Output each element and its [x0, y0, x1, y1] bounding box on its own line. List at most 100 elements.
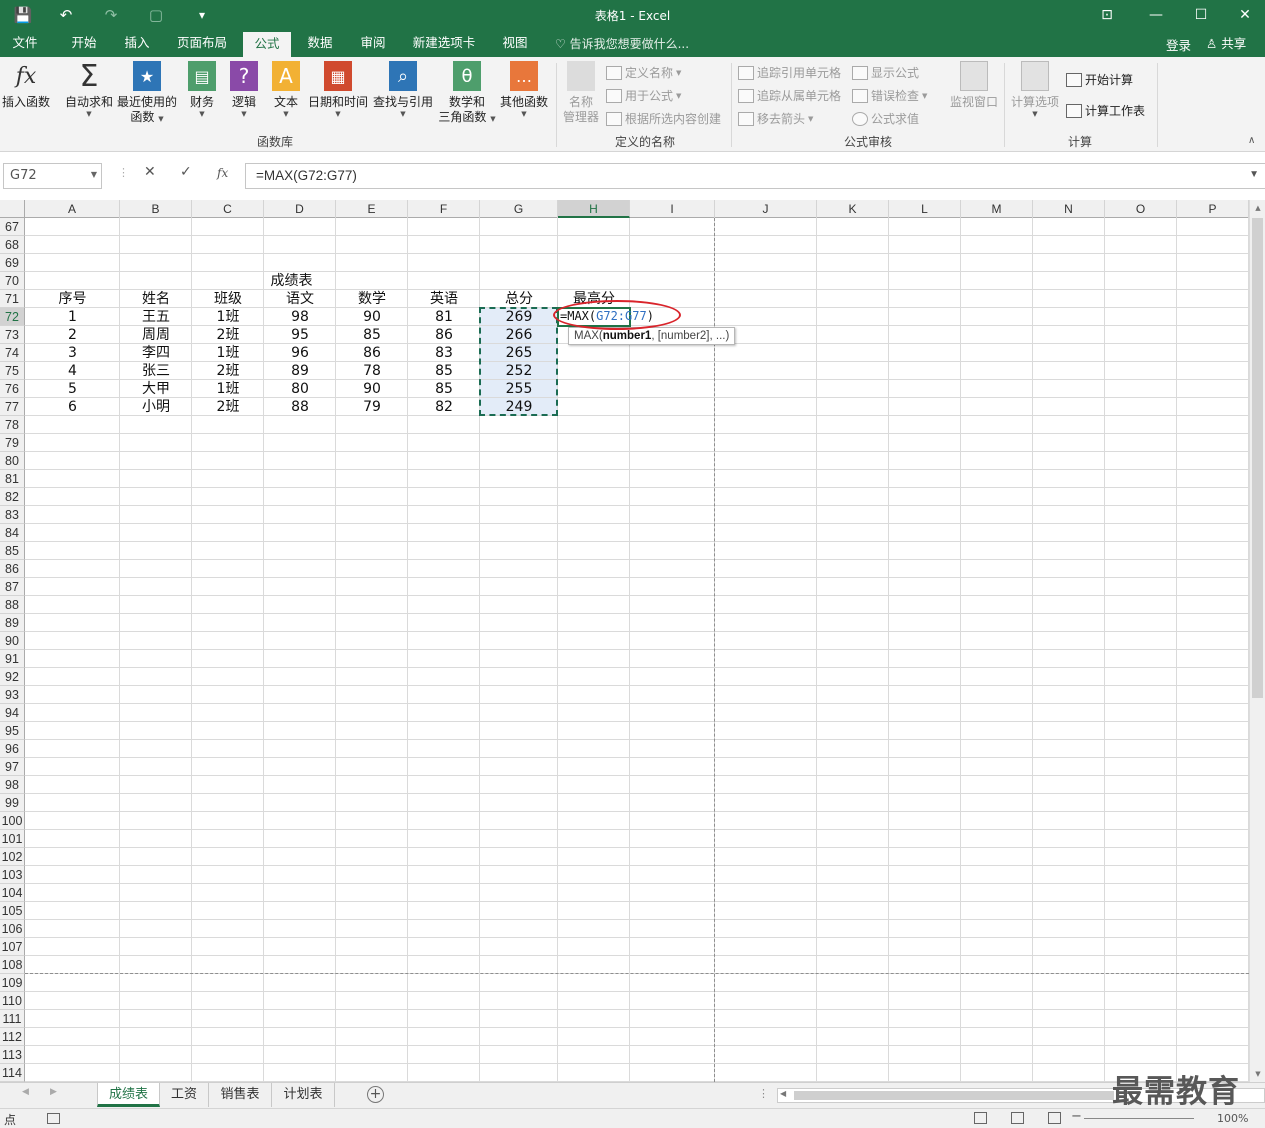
datetime-button[interactable]: ▦ 日期和时间 ▼ — [306, 61, 370, 118]
row-header-75[interactable]: 75 — [0, 362, 25, 380]
show-formulas-button[interactable]: 显示公式 — [852, 64, 919, 81]
logical-button[interactable]: ? 逻辑 ▼ — [227, 61, 261, 118]
autosum-button[interactable]: Σ 自动求和 ▼ — [63, 61, 115, 118]
close-icon[interactable]: ✕ — [1222, 0, 1265, 30]
row-header-100[interactable]: 100 — [0, 812, 25, 830]
select-all-corner[interactable] — [0, 200, 25, 218]
row-header-67[interactable]: 67 — [0, 218, 25, 236]
row-header-97[interactable]: 97 — [0, 758, 25, 776]
column-header-g[interactable]: G — [480, 200, 558, 218]
row-header-99[interactable]: 99 — [0, 794, 25, 812]
data-cell[interactable]: 95 — [264, 326, 336, 344]
row-header-90[interactable]: 90 — [0, 632, 25, 650]
tab-formulas[interactable]: 公式 — [243, 30, 291, 57]
math-trig-button[interactable]: θ 数学和 三角函数 ▼ — [436, 61, 498, 125]
scroll-down-icon[interactable]: ▼ — [1250, 1066, 1265, 1082]
row-header-113[interactable]: 113 — [0, 1046, 25, 1064]
row-header-73[interactable]: 73 — [0, 326, 25, 344]
financial-button[interactable]: ▤ 财务 ▼ — [185, 61, 219, 118]
more-functions-button[interactable]: … 其他函数 ▼ — [498, 61, 550, 118]
row-header-68[interactable]: 68 — [0, 236, 25, 254]
row-header-71[interactable]: 71 — [0, 290, 25, 308]
new-file-icon[interactable]: ▢ — [146, 4, 166, 26]
customize-qat-icon[interactable]: ▾ — [194, 4, 210, 26]
data-cell[interactable]: 2班 — [192, 326, 264, 344]
tab-page-layout[interactable]: 页面布局 — [166, 30, 238, 57]
data-cell[interactable]: 79 — [336, 398, 408, 416]
calc-options-button[interactable]: 计算选项 ▼ — [1008, 61, 1062, 118]
row-header-80[interactable]: 80 — [0, 452, 25, 470]
sheet-tab-scores[interactable]: 成绩表 — [97, 1083, 160, 1107]
row-header-102[interactable]: 102 — [0, 848, 25, 866]
row-header-111[interactable]: 111 — [0, 1010, 25, 1028]
row-header-109[interactable]: 109 — [0, 974, 25, 992]
tab-new-tab[interactable]: 新建选项卡 — [403, 30, 485, 57]
column-header-n[interactable]: N — [1033, 200, 1105, 218]
header-cell[interactable]: 英语 — [408, 290, 480, 308]
data-cell[interactable]: 83 — [408, 344, 480, 362]
data-cell[interactable]: 2班 — [192, 362, 264, 380]
column-header-p[interactable]: P — [1177, 200, 1249, 218]
remove-arrows-button[interactable]: 移去箭头 ▼ — [738, 110, 813, 127]
macro-record-icon[interactable] — [47, 1113, 60, 1124]
column-header-b[interactable]: B — [120, 200, 192, 218]
next-sheet-icon[interactable]: ▶ — [50, 1087, 57, 1097]
tooltip-arg-current[interactable]: number1 — [603, 330, 652, 342]
data-cell[interactable]: 81 — [408, 308, 480, 326]
insert-function-button[interactable]: fx 插入函数 — [2, 61, 50, 110]
zoom-out-icon[interactable]: − — [1071, 1109, 1082, 1124]
scroll-up-icon[interactable]: ▲ — [1250, 200, 1265, 216]
expand-formula-icon[interactable]: ▼ — [1249, 169, 1259, 180]
evaluate-formula-button[interactable]: 公式求值 — [852, 110, 919, 127]
scroll-left-icon[interactable]: ◀ — [780, 1089, 786, 1098]
calc-now-button[interactable]: 开始计算 — [1066, 71, 1133, 88]
row-header-81[interactable]: 81 — [0, 470, 25, 488]
data-cell[interactable]: 2班 — [192, 398, 264, 416]
data-cell[interactable]: 小明 — [120, 398, 192, 416]
tab-home[interactable]: 开始 — [58, 30, 110, 57]
watch-window-button[interactable]: 监视窗口 — [946, 61, 1002, 110]
page-layout-view-icon[interactable] — [1011, 1112, 1024, 1124]
data-cell[interactable]: 王五 — [120, 308, 192, 326]
cancel-icon[interactable]: ✕ — [144, 164, 156, 180]
row-header-82[interactable]: 82 — [0, 488, 25, 506]
row-header-77[interactable]: 77 — [0, 398, 25, 416]
page-break-view-icon[interactable] — [1048, 1112, 1061, 1124]
data-cell[interactable]: 89 — [264, 362, 336, 380]
row-header-78[interactable]: 78 — [0, 416, 25, 434]
row-header-88[interactable]: 88 — [0, 596, 25, 614]
data-cell[interactable]: 4 — [25, 362, 120, 380]
data-cell[interactable]: 85 — [408, 380, 480, 398]
row-header-105[interactable]: 105 — [0, 902, 25, 920]
name-box[interactable]: G72 ▼ — [3, 163, 102, 189]
row-header-101[interactable]: 101 — [0, 830, 25, 848]
row-header-104[interactable]: 104 — [0, 884, 25, 902]
row-header-84[interactable]: 84 — [0, 524, 25, 542]
data-cell[interactable]: 1班 — [192, 308, 264, 326]
row-header-98[interactable]: 98 — [0, 776, 25, 794]
column-header-m[interactable]: M — [961, 200, 1033, 218]
share-button[interactable]: ♙ 共享 — [1206, 33, 1246, 52]
column-header-k[interactable]: K — [817, 200, 889, 218]
vertical-scroll-thumb[interactable] — [1252, 218, 1263, 698]
zoom-slider[interactable] — [1084, 1118, 1194, 1119]
header-cell[interactable]: 数学 — [336, 290, 408, 308]
collapse-ribbon-icon[interactable]: ∧ — [1248, 135, 1255, 146]
data-cell[interactable]: 85 — [336, 326, 408, 344]
tab-review[interactable]: 审阅 — [349, 30, 397, 57]
row-header-92[interactable]: 92 — [0, 668, 25, 686]
row-header-79[interactable]: 79 — [0, 434, 25, 452]
row-header-95[interactable]: 95 — [0, 722, 25, 740]
column-header-a[interactable]: A — [25, 200, 120, 218]
name-manager-button[interactable]: 名称 管理器 — [560, 61, 602, 125]
tab-insert[interactable]: 插入 — [112, 30, 162, 57]
data-cell[interactable]: 90 — [336, 380, 408, 398]
data-cell[interactable]: 3 — [25, 344, 120, 362]
row-header-91[interactable]: 91 — [0, 650, 25, 668]
header-cell[interactable]: 姓名 — [120, 290, 192, 308]
define-name-button[interactable]: 定义名称 ▼ — [606, 64, 681, 81]
trace-dependents-button[interactable]: 追踪从属单元格 — [738, 87, 841, 104]
row-header-114[interactable]: 114 — [0, 1064, 25, 1082]
enter-icon[interactable]: ✓ — [180, 164, 192, 180]
column-header-j[interactable]: J — [715, 200, 817, 218]
